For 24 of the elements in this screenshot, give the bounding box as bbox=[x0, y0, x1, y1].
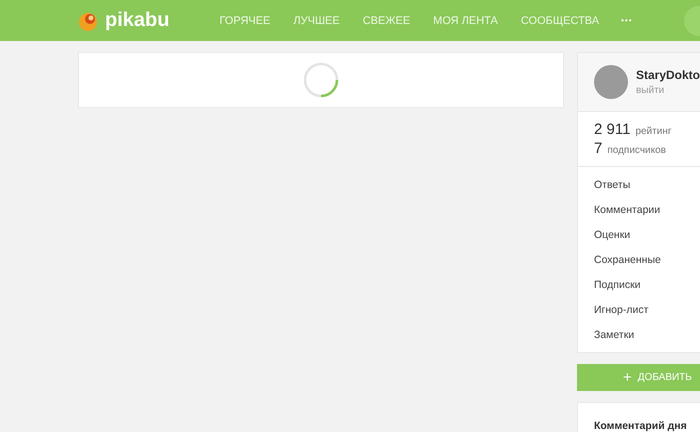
logout-link[interactable]: выйти bbox=[636, 85, 700, 96]
menu-link[interactable]: Подписки bbox=[594, 273, 700, 298]
menu-link[interactable]: Оценки bbox=[594, 223, 700, 248]
more-button[interactable]: ••• bbox=[621, 16, 633, 25]
menu-link[interactable]: Игнор-лист bbox=[594, 298, 700, 323]
menu-link[interactable]: Комментарии bbox=[594, 198, 700, 223]
subscribers-label: подписчиков bbox=[607, 145, 666, 156]
avatar-placeholder[interactable] bbox=[594, 65, 628, 99]
nav-link[interactable]: МОЯ ЛЕНТА bbox=[433, 14, 498, 26]
add-button[interactable]: + ДОБАВИТЬ bbox=[577, 364, 700, 391]
nav-link[interactable]: СВЕЖЕЕ bbox=[362, 14, 410, 26]
rating-value: 2 911 bbox=[594, 121, 630, 138]
logo-text[interactable]: pikabu bbox=[105, 9, 170, 32]
subscribers-value: 7 bbox=[594, 140, 602, 157]
menu-link[interactable]: Сохраненные bbox=[594, 248, 700, 273]
username[interactable]: StaryDokto bbox=[636, 68, 700, 82]
menu-link[interactable]: Ответы bbox=[594, 173, 700, 198]
nav-link[interactable]: ЛУЧШЕЕ bbox=[293, 14, 340, 26]
nav-link[interactable]: ГОРЯЧЕЕ bbox=[219, 14, 270, 26]
nav-link[interactable]: СООБЩЕСТВА bbox=[520, 14, 600, 26]
rating-label: рейтинг bbox=[635, 126, 672, 137]
menu-link[interactable]: Заметки bbox=[594, 323, 700, 348]
loading-spinner-icon bbox=[303, 62, 339, 98]
comment-of-day-title: Комментарий дня bbox=[594, 420, 687, 432]
